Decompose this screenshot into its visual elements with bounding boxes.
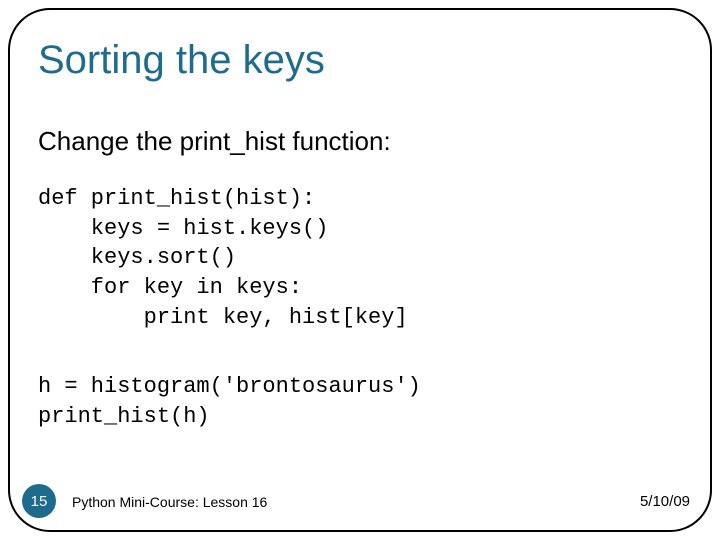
- slide-number: 15: [31, 493, 48, 510]
- slide-number-badge: 15: [22, 484, 56, 518]
- course-label: Python Mini-Course: Lesson 16: [72, 494, 267, 510]
- slide: Sorting the keys Change the print_hist f…: [0, 0, 720, 540]
- code-block-function: def print_hist(hist): keys = hist.keys()…: [38, 184, 408, 332]
- code-block-usage: h = histogram('brontosaurus') print_hist…: [38, 372, 421, 431]
- slide-subtitle: Change the print_hist function:: [38, 126, 391, 157]
- date-label: 5/10/09: [640, 493, 690, 510]
- slide-title: Sorting the keys: [38, 38, 325, 83]
